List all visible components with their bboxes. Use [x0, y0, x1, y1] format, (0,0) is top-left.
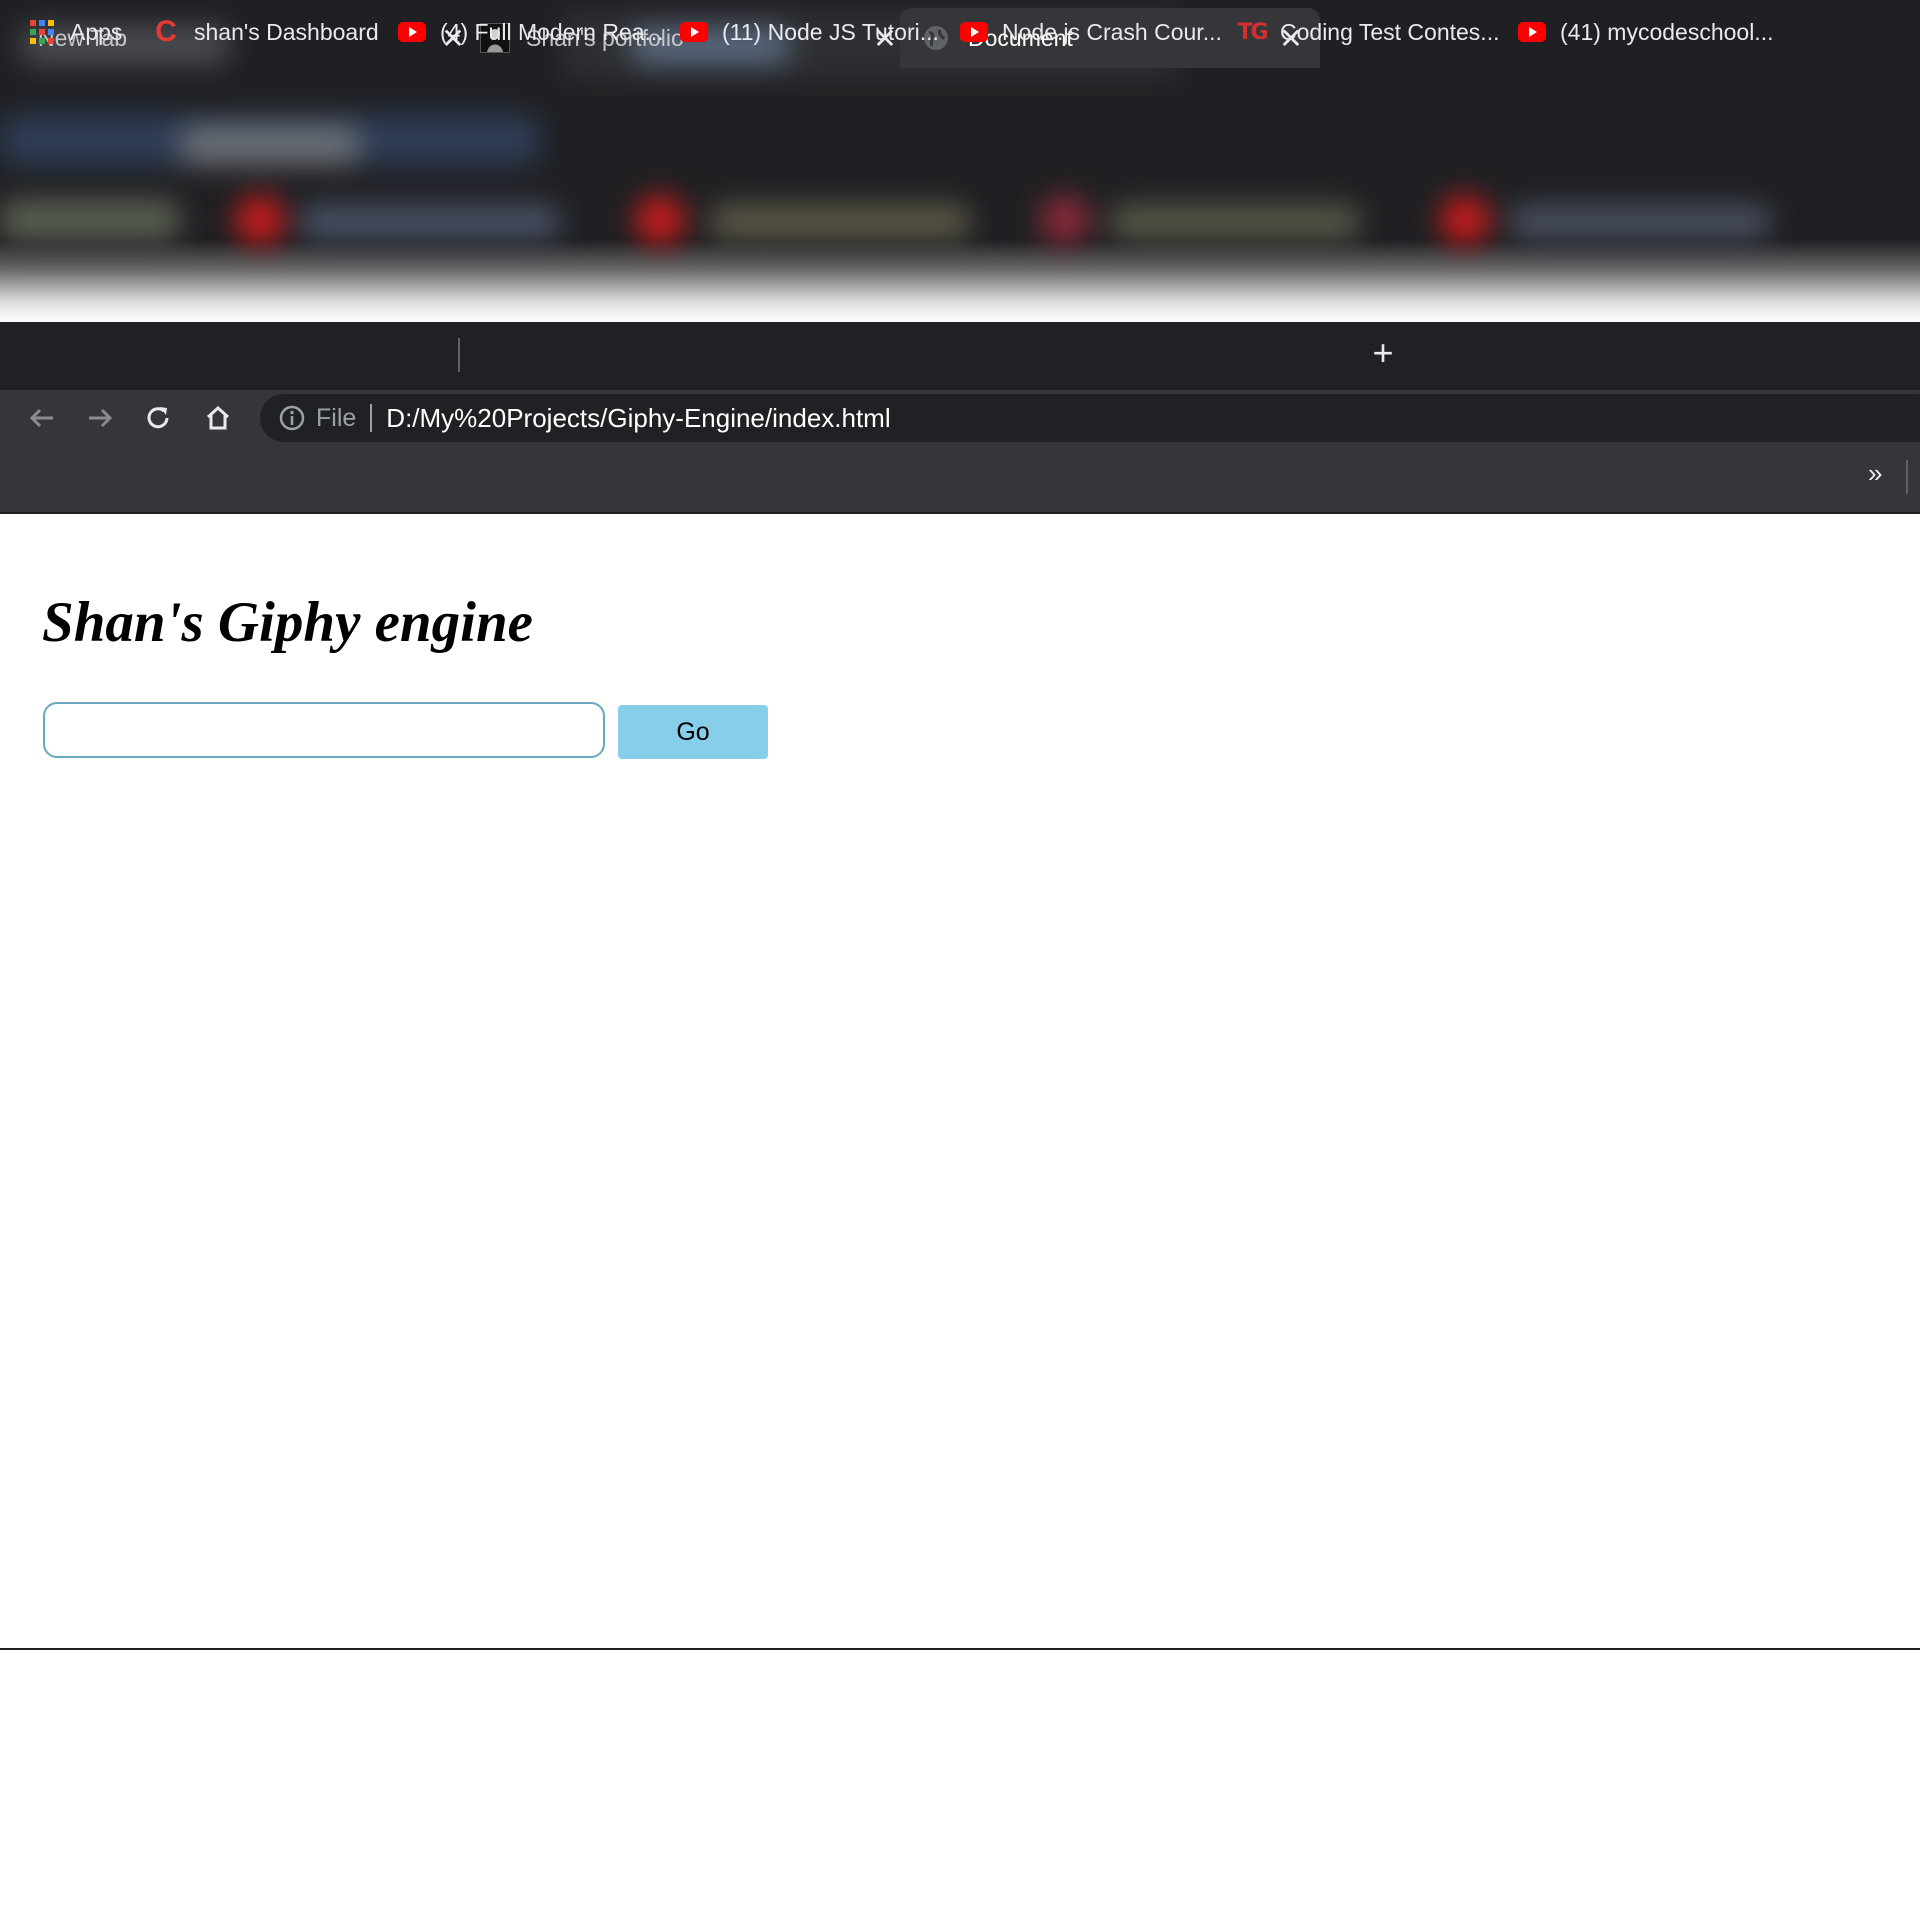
bookmark-label: (11) Node JS Tutori... [722, 18, 939, 45]
bookmark-coding-test-contest[interactable]: TG Coding Test Contes... [1237, 14, 1500, 50]
bookmark-node-js-tutorial[interactable]: (11) Node JS Tutori... [680, 14, 939, 50]
youtube-icon [960, 18, 988, 46]
bookmark-apps[interactable]: Apps [28, 14, 122, 50]
bookmark-label: shan's Dashboard [194, 18, 379, 45]
youtube-icon [1518, 18, 1546, 46]
url-scheme-label: File [316, 403, 357, 432]
new-tab-button[interactable]: + [1364, 332, 1402, 373]
apps-grid-icon [28, 18, 56, 46]
tg-logo-icon: TG [1237, 19, 1268, 45]
browser-toolbar: File D:/My%20Projects/Giphy-Engine/index… [0, 390, 1920, 446]
home-button[interactable] [198, 398, 238, 438]
youtube-icon [680, 18, 708, 46]
youtube-icon [398, 18, 426, 46]
address-bar[interactable]: File D:/My%20Projects/Giphy-Engine/index… [260, 394, 1920, 442]
c-logo-icon: C [155, 15, 177, 48]
tab-separator [458, 338, 460, 372]
bookmarks-divider [1906, 460, 1908, 494]
forward-arrow-icon [89, 408, 113, 428]
info-icon[interactable] [278, 404, 306, 432]
back-arrow-icon [29, 408, 53, 428]
search-input[interactable] [43, 702, 605, 758]
url-text[interactable]: D:/My%20Projects/Giphy-Engine/index.html [386, 403, 890, 434]
bookmarks-bar [0, 446, 1920, 514]
bookmarks-overflow-button[interactable]: » [1868, 458, 1882, 489]
bookmark-label: Apps [70, 18, 123, 45]
bookmark-label: Node.js Crash Cour... [1002, 18, 1222, 45]
bookmark-label: (4) Full Modern Rea... [440, 18, 664, 45]
bookmark-label: (41) mycodeschool... [1560, 18, 1774, 45]
bookmark-full-modern-react[interactable]: (4) Full Modern Rea... [398, 14, 664, 50]
page-title: Shan's Giphy engine [42, 591, 533, 654]
reload-button[interactable] [138, 398, 178, 438]
back-button[interactable] [22, 398, 62, 438]
bottom-divider [0, 1648, 1920, 1650]
forward-button[interactable] [80, 398, 120, 438]
home-icon [206, 405, 230, 430]
bookmark-shans-dashboard[interactable]: C shan's Dashboard [152, 14, 379, 50]
url-divider [370, 404, 373, 432]
tab-strip [0, 322, 1920, 390]
go-button[interactable]: Go [618, 705, 768, 759]
bookmark-nodejs-crash-course[interactable]: Node.js Crash Cour... [960, 14, 1222, 50]
bookmark-label: Coding Test Contes... [1280, 18, 1500, 45]
reload-icon [147, 407, 169, 429]
bookmark-mycodeschool[interactable]: (41) mycodeschool... [1518, 14, 1773, 50]
